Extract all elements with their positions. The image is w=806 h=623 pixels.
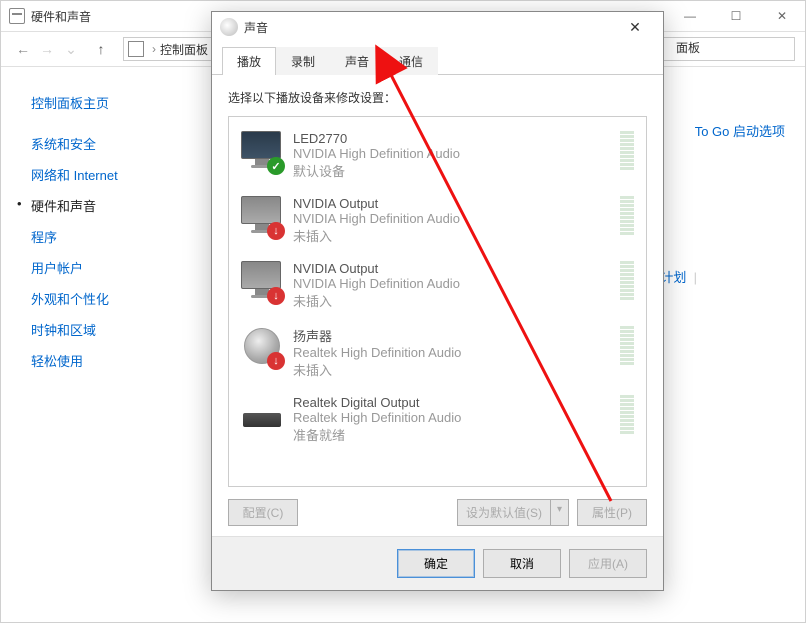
device-name: LED2770 xyxy=(293,131,612,146)
nav-up-icon[interactable]: ↑ xyxy=(89,41,113,57)
device-name: NVIDIA Output xyxy=(293,196,612,211)
sidebar-header[interactable]: 控制面板主页 xyxy=(31,87,201,118)
maximize-button[interactable]: ☐ xyxy=(713,1,759,31)
device-name: 扬声器 xyxy=(293,326,612,345)
device-item[interactable]: ✓ LED2770 NVIDIA High Definition Audio 默… xyxy=(233,123,642,188)
device-item[interactable]: ↓ NVIDIA Output NVIDIA High Definition A… xyxy=(233,253,642,318)
set-default-label: 设为默认值(S) xyxy=(458,500,550,525)
device-status: 默认设备 xyxy=(293,161,612,180)
dialog-titlebar: 声音 ✕ xyxy=(212,12,663,42)
tab-recording[interactable]: 录制 xyxy=(276,47,330,75)
sidebar-item-accounts[interactable]: 用户帐户 xyxy=(31,252,201,283)
dialog-close-button[interactable]: ✕ xyxy=(615,19,655,36)
level-meter xyxy=(620,131,634,170)
sidebar-item-system[interactable]: 系统和安全 xyxy=(31,128,201,159)
monitor-icon: ↓ xyxy=(241,261,283,303)
sidebar-item-network[interactable]: 网络和 Internet xyxy=(31,159,201,190)
tab-strip: 播放 录制 声音 通信 xyxy=(212,46,663,75)
device-list[interactable]: ✓ LED2770 NVIDIA High Definition Audio 默… xyxy=(228,116,647,487)
set-default-button[interactable]: 设为默认值(S) ▾ xyxy=(457,499,569,526)
address-icon xyxy=(128,41,144,57)
bg-link-plan[interactable]: 计划 xyxy=(660,270,686,285)
device-status: 未插入 xyxy=(293,291,612,310)
sound-dialog: 声音 ✕ 播放 录制 声音 通信 选择以下播放设备来修改设置： ✓ LED277… xyxy=(211,11,664,591)
device-desc: NVIDIA High Definition Audio xyxy=(293,276,612,291)
device-desc: NVIDIA High Definition Audio xyxy=(293,146,612,161)
device-desc: NVIDIA High Definition Audio xyxy=(293,211,612,226)
tab-communications[interactable]: 通信 xyxy=(384,47,438,75)
cancel-button[interactable]: 取消 xyxy=(483,549,561,578)
dropdown-caret-icon[interactable]: ▾ xyxy=(550,500,568,525)
breadcrumb-item[interactable]: 控制面板 xyxy=(160,41,208,58)
properties-button[interactable]: 属性(P) xyxy=(577,499,647,526)
configure-button[interactable]: 配置(C) xyxy=(228,499,298,526)
unplugged-overlay-icon: ↓ xyxy=(267,352,285,370)
bg-link-togo[interactable]: To Go 启动选项 xyxy=(695,121,785,140)
sidebar-item-appearance[interactable]: 外观和个性化 xyxy=(31,283,201,314)
sound-dialog-icon xyxy=(220,18,238,36)
unplugged-overlay-icon: ↓ xyxy=(267,287,285,305)
device-desc: Realtek High Definition Audio xyxy=(293,345,612,360)
sidebar-item-access[interactable]: 轻松使用 xyxy=(31,345,201,376)
monitor-icon: ↓ xyxy=(241,196,283,238)
minimize-button[interactable]: — xyxy=(667,1,713,31)
device-item[interactable]: Realtek Digital Output Realtek High Defi… xyxy=(233,387,642,452)
device-status: 准备就绪 xyxy=(293,425,612,444)
sidebar-item-programs[interactable]: 程序 xyxy=(31,221,201,252)
bg-window-title: 硬件和声音 xyxy=(31,8,91,25)
apply-button[interactable]: 应用(A) xyxy=(569,549,647,578)
tab-sounds[interactable]: 声音 xyxy=(330,47,384,75)
sidebar-item-clock[interactable]: 时钟和区域 xyxy=(31,314,201,345)
dialog-footer: 确定 取消 应用(A) xyxy=(212,536,663,590)
device-name: Realtek Digital Output xyxy=(293,395,612,410)
level-meter xyxy=(620,326,634,365)
check-overlay-icon: ✓ xyxy=(267,157,285,175)
ok-button[interactable]: 确定 xyxy=(397,549,475,578)
breadcrumb-caret: › xyxy=(152,42,156,56)
device-status: 未插入 xyxy=(293,360,612,379)
level-meter xyxy=(620,395,634,434)
unplugged-overlay-icon: ↓ xyxy=(267,222,285,240)
close-bg-button[interactable]: ✕ xyxy=(759,1,805,31)
level-meter xyxy=(620,196,634,235)
device-status: 未插入 xyxy=(293,226,612,245)
tab-playback[interactable]: 播放 xyxy=(222,47,276,75)
device-name: NVIDIA Output xyxy=(293,261,612,276)
bg-breadcrumb-tail: 面板 xyxy=(676,39,700,56)
nav-forward-icon[interactable]: → xyxy=(35,41,59,57)
device-item[interactable]: ↓ NVIDIA Output NVIDIA High Definition A… xyxy=(233,188,642,253)
window-icon xyxy=(9,8,25,24)
speaker-icon: ↓ xyxy=(241,326,283,368)
device-item[interactable]: ↓ 扬声器 Realtek High Definition Audio 未插入 xyxy=(233,318,642,387)
digital-output-icon xyxy=(241,395,283,437)
nav-back-icon[interactable]: ← xyxy=(11,41,35,57)
monitor-icon: ✓ xyxy=(241,131,283,173)
level-meter xyxy=(620,261,634,300)
sidebar-item-hardware[interactable]: 硬件和声音 xyxy=(31,190,201,221)
instruction-text: 选择以下播放设备来修改设置： xyxy=(228,89,647,106)
sidebar: 控制面板主页 系统和安全 网络和 Internet 硬件和声音 程序 用户帐户 … xyxy=(1,67,201,622)
dialog-title: 声音 xyxy=(244,19,268,36)
device-desc: Realtek High Definition Audio xyxy=(293,410,612,425)
divider: | xyxy=(694,270,697,285)
nav-history-icon[interactable]: ⌄ xyxy=(59,41,83,58)
